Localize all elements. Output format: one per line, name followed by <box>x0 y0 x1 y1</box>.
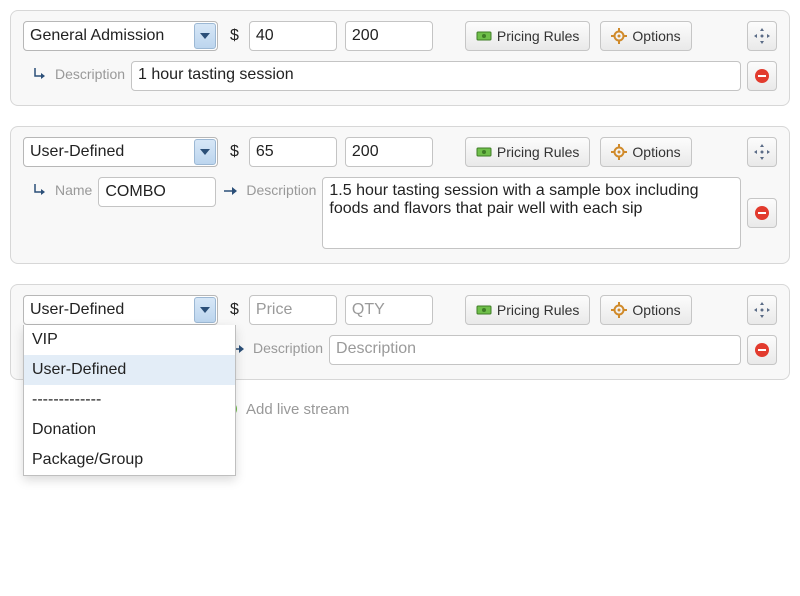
dropdown-option[interactable]: Donation <box>24 415 235 445</box>
add-live-stream-button[interactable]: Add live stream <box>220 400 790 418</box>
move-handle[interactable] <box>747 295 777 325</box>
currency-symbol: $ <box>230 143 239 161</box>
description-input[interactable] <box>322 177 741 249</box>
ticket-row-desc: Description <box>229 335 777 365</box>
sub-arrow-icon <box>31 66 49 84</box>
pricing-rules-label: Pricing Rules <box>497 28 579 44</box>
ticket-row: $ Pricing Rules Options Descriptio <box>10 10 790 106</box>
name-input[interactable] <box>98 177 216 207</box>
name-label: Name <box>55 182 92 198</box>
pricing-rules-button[interactable]: Pricing Rules <box>465 295 590 325</box>
ticket-row: VIP User-Defined ------------- Donation … <box>10 284 790 380</box>
chevron-down-icon[interactable] <box>194 23 216 49</box>
ticket-row-desc: Name Description <box>23 177 777 249</box>
ticket-row: $ Pricing Rules Options Name <box>10 126 790 264</box>
pricing-rules-label: Pricing Rules <box>497 144 579 160</box>
options-button[interactable]: Options <box>600 21 691 51</box>
ticket-type-value[interactable] <box>23 295 218 325</box>
add-live-stream-label: Add live stream <box>246 401 349 418</box>
ticket-row-top: VIP User-Defined ------------- Donation … <box>23 295 777 325</box>
qty-input[interactable] <box>345 295 433 325</box>
row-buttons: Pricing Rules Options <box>465 21 692 51</box>
gear-icon <box>611 144 627 160</box>
dropdown-option[interactable]: ------------- <box>24 385 235 415</box>
description-label: Description <box>246 182 316 198</box>
options-label: Options <box>632 302 680 318</box>
dropdown-option[interactable]: Package/Group <box>24 445 235 475</box>
pricing-rules-button[interactable]: Pricing Rules <box>465 137 590 167</box>
sub-arrow-icon <box>31 182 49 200</box>
money-icon <box>476 144 492 160</box>
currency-symbol: $ <box>230 27 239 45</box>
chevron-down-icon[interactable] <box>194 297 216 323</box>
ticket-type-select[interactable] <box>23 137 218 167</box>
description-input[interactable] <box>131 61 741 91</box>
row-buttons: Pricing Rules Options <box>465 295 692 325</box>
ticket-type-select[interactable] <box>23 21 218 51</box>
ticket-type-value[interactable] <box>23 137 218 167</box>
remove-button[interactable] <box>747 61 777 91</box>
description-input[interactable] <box>329 335 741 365</box>
ticket-row-desc: Description <box>23 61 777 91</box>
currency-symbol: $ <box>230 301 239 319</box>
money-icon <box>476 302 492 318</box>
qty-input[interactable] <box>345 137 433 167</box>
gear-icon <box>611 302 627 318</box>
ticket-type-dropdown[interactable]: VIP User-Defined ------------- Donation … <box>23 325 236 476</box>
price-input[interactable] <box>249 137 337 167</box>
qty-input[interactable] <box>345 21 433 51</box>
arrow-right-icon <box>222 182 240 200</box>
pricing-rules-label: Pricing Rules <box>497 302 579 318</box>
money-icon <box>476 28 492 44</box>
chevron-down-icon[interactable] <box>194 139 216 165</box>
ticket-row-top: $ Pricing Rules Options <box>23 137 777 167</box>
price-input[interactable] <box>249 21 337 51</box>
ticket-type-value[interactable] <box>23 21 218 51</box>
options-label: Options <box>632 144 680 160</box>
description-label: Description <box>55 66 125 82</box>
options-button[interactable]: Options <box>600 137 691 167</box>
remove-button[interactable] <box>747 198 777 228</box>
pricing-rules-button[interactable]: Pricing Rules <box>465 21 590 51</box>
ticket-type-select[interactable]: VIP User-Defined ------------- Donation … <box>23 295 218 325</box>
price-input[interactable] <box>249 295 337 325</box>
ticket-row-top: $ Pricing Rules Options <box>23 21 777 51</box>
row-buttons: Pricing Rules Options <box>465 137 692 167</box>
dropdown-option[interactable]: User-Defined <box>24 355 235 385</box>
dropdown-option[interactable]: VIP <box>24 325 235 355</box>
options-button[interactable]: Options <box>600 295 691 325</box>
move-handle[interactable] <box>747 137 777 167</box>
remove-button[interactable] <box>747 335 777 365</box>
options-label: Options <box>632 28 680 44</box>
description-label: Description <box>253 340 323 356</box>
move-handle[interactable] <box>747 21 777 51</box>
gear-icon <box>611 28 627 44</box>
